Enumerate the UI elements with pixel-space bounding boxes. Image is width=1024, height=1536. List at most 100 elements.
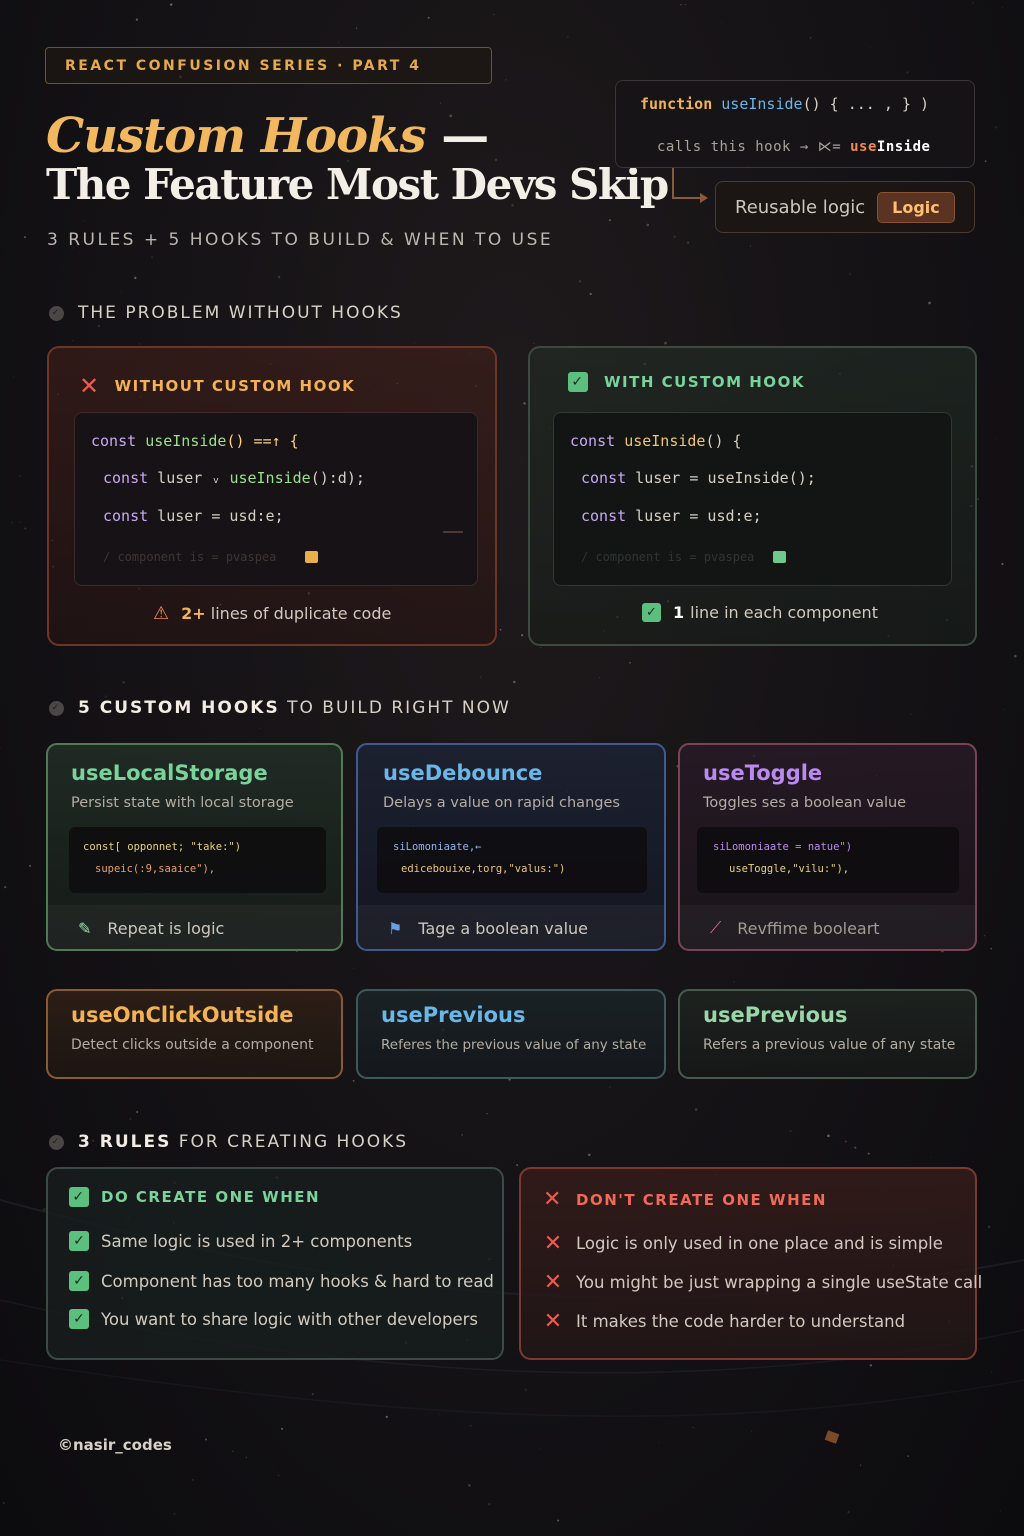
hook-description: Toggles ses a boolean value xyxy=(703,795,907,811)
function-card: function useInside() { ... , } ) calls t… xyxy=(615,80,975,168)
dont-rule-item: ✕ It makes the code harder to understand xyxy=(543,1309,906,1334)
dont-create-header: ✕ DON'T CREATE ONE WHEN xyxy=(542,1187,827,1212)
hook-name: useLocalStorage xyxy=(71,761,268,785)
code-line: const luser = usd:e; xyxy=(581,507,762,525)
hook-card-usetoggle: useToggle Toggles ses a boolean value si… xyxy=(678,743,977,951)
with-hook-footer: ✓ 1 line in each component xyxy=(642,603,878,622)
faded-comment: / component is = pvaspea xyxy=(103,550,277,564)
do-create-title: DO CREATE ONE WHEN xyxy=(101,1188,321,1206)
hook-code-snippet: siLomoniaate = natue") useToggle,"vilu:"… xyxy=(697,827,959,893)
function-keyword: function xyxy=(640,95,713,113)
calls-text: calls this hook → ⋉= xyxy=(657,139,842,155)
code-line: const luser ᵥ useInside():d); xyxy=(103,469,365,487)
section-rules-bold: 3 RULES xyxy=(78,1132,172,1152)
divider xyxy=(443,531,463,533)
hook-description: Detect clicks outside a component xyxy=(71,1037,314,1053)
section-bullet-icon: ✓ xyxy=(49,700,64,716)
page-title-main: Custom Hooks — xyxy=(46,108,489,164)
reusable-logic-label: Reusable logic xyxy=(735,196,866,218)
without-hook-code: const useInside() ==↑ { const luser ᵥ us… xyxy=(74,412,478,586)
pencil-icon: ✎ xyxy=(78,918,92,938)
check-icon: ✓ xyxy=(69,1231,89,1251)
warning-icon: ⚠ xyxy=(153,603,170,624)
section-rules-rest: FOR CREATING HOOKS xyxy=(178,1132,409,1152)
toggle-icon: ⟋ xyxy=(710,918,722,937)
check-icon: ✓ xyxy=(642,603,661,622)
cross-icon: ✕ xyxy=(543,1309,563,1334)
title-line1: Custom Hooks xyxy=(46,108,426,164)
hook-description: Referes the previous value of any state xyxy=(381,1037,647,1053)
hook-name: useDebounce xyxy=(383,761,543,785)
do-create-header: ✓ DO CREATE ONE WHEN xyxy=(69,1187,320,1207)
series-badge-label: REACT CONFUSION SERIES · PART 4 xyxy=(65,57,422,74)
cross-icon: ✕ xyxy=(543,1231,563,1256)
calls-hook-name: use xyxy=(850,139,877,155)
function-name: useInside xyxy=(721,95,803,113)
hook-footer: ✎ Repeat is logic xyxy=(48,905,341,949)
reusable-logic-card: Reusable logic Logic xyxy=(715,181,975,233)
cross-icon: ✕ xyxy=(543,1187,563,1212)
dont-create-title: DON'T CREATE ONE WHEN xyxy=(576,1190,827,1209)
dont-rule-item: ✕ You might be just wrapping a single use… xyxy=(543,1270,983,1295)
decorative-cube xyxy=(824,1430,840,1444)
faded-comment: / component is = pvaspea xyxy=(581,550,755,564)
hook-card-uselocalstorage: useLocalStorage Persist state with local… xyxy=(46,743,343,951)
title-dash: — xyxy=(441,108,489,164)
without-hook-title: WITHOUT CUSTOM HOOK xyxy=(114,377,356,395)
with-hook-title: WITH CUSTOM HOOK xyxy=(604,373,805,391)
note-icon xyxy=(305,551,318,563)
with-hook-header: ✓ WITH CUSTOM HOOK xyxy=(568,372,805,392)
without-hook-header: ✕ WITHOUT CUSTOM HOOK xyxy=(79,372,355,400)
hook-footer: ⚑ Tage a boolean value xyxy=(358,905,664,949)
section-hooks-bold: 5 CUSTOM HOOKS xyxy=(78,698,280,718)
with-hook-code: const useInside() { const luser = useIns… xyxy=(553,412,952,586)
check-icon: ✓ xyxy=(69,1271,89,1291)
with-hook-card: ✓ WITH CUSTOM HOOK const useInside() { c… xyxy=(528,346,977,646)
check-icon: ✓ xyxy=(69,1309,89,1329)
do-rule-item: ✓ Component has too many hooks & hard to … xyxy=(69,1271,494,1291)
hook-description: Refers a previous value of any state xyxy=(703,1037,956,1053)
do-rule-item: ✓ You want to share logic with other deve… xyxy=(69,1309,478,1329)
code-line: const luser = usd:e; xyxy=(103,507,284,525)
cross-icon: ✕ xyxy=(543,1270,563,1295)
hook-name: usePrevious xyxy=(703,1003,848,1027)
check-icon: ✓ xyxy=(568,372,588,392)
hook-card-usedebounce: useDebounce Delays a value on rapid chan… xyxy=(356,743,666,951)
hook-code-snippet: siLomoniaate,← edicebouixe,torg,"valus:"… xyxy=(377,827,647,893)
hook-footer: ⟋ Revffime booleart xyxy=(680,905,975,949)
section-hooks-rest: TO BUILD RIGHT NOW xyxy=(287,698,511,718)
dont-create-card: ✕ DON'T CREATE ONE WHEN ✕ Logic is only u… xyxy=(519,1167,982,1360)
function-params: () { ... , } ) xyxy=(802,95,929,113)
section-rules-heading: ✓ 3 RULES FOR CREATING HOOKS xyxy=(49,1132,408,1152)
check-icon: ✓ xyxy=(69,1187,89,1207)
hook-code-snippet: const[ opponnet; "take:") supeic(:9,saai… xyxy=(69,827,326,893)
without-hook-card: ✕ WITHOUT CUSTOM HOOK const useInside() … xyxy=(47,346,497,646)
section-bullet-icon: ✓ xyxy=(49,305,64,321)
author-handle: ©nasir_codes xyxy=(58,1436,172,1454)
hook-description: Persist state with local storage xyxy=(71,795,294,811)
hook-card-useonclickoutside: useOnClickOutside Detect clicks outside … xyxy=(46,989,343,1079)
page-subtitle: 3 RULES + 5 HOOKS TO BUILD & WHEN TO USE xyxy=(47,230,554,250)
page-title-sub: The Feature Most Devs Skip xyxy=(46,160,669,209)
flag-icon: ⚑ xyxy=(388,918,403,938)
section-problem-label: THE PROBLEM WITHOUT HOOKS xyxy=(78,303,403,323)
code-line: const useInside() { xyxy=(570,432,742,450)
hook-card-useprevious: usePrevious Referes the previous value o… xyxy=(356,989,666,1079)
hook-name: usePrevious xyxy=(381,1003,526,1027)
code-line: const useInside() ==↑ { xyxy=(91,432,299,450)
connector-arrow-icon xyxy=(672,168,708,203)
section-hooks-heading: ✓ 5 CUSTOM HOOKS TO BUILD RIGHT NOW xyxy=(49,698,511,718)
hook-name: useToggle xyxy=(703,761,823,785)
do-rule-item: ✓ Same logic is used in 2+ components xyxy=(69,1231,412,1251)
dont-rule-item: ✕ Logic is only used in one place and is … xyxy=(543,1231,943,1256)
hook-description: Delays a value on rapid changes xyxy=(383,795,620,811)
do-create-card: ✓ DO CREATE ONE WHEN ✓ Same logic is used… xyxy=(46,1167,504,1360)
hook-card-useprevious-alt: usePrevious Refers a previous value of a… xyxy=(678,989,977,1079)
function-calls-line: calls this hook → ⋉= useInside xyxy=(657,139,931,155)
section-problem-heading: ✓ THE PROBLEM WITHOUT HOOKS xyxy=(49,303,403,323)
note-icon xyxy=(773,551,786,563)
code-line: const luser = useInside(); xyxy=(581,469,816,487)
section-bullet-icon: ✓ xyxy=(49,1134,64,1150)
series-badge: REACT CONFUSION SERIES · PART 4 xyxy=(45,47,492,84)
cross-icon: ✕ xyxy=(79,372,101,400)
